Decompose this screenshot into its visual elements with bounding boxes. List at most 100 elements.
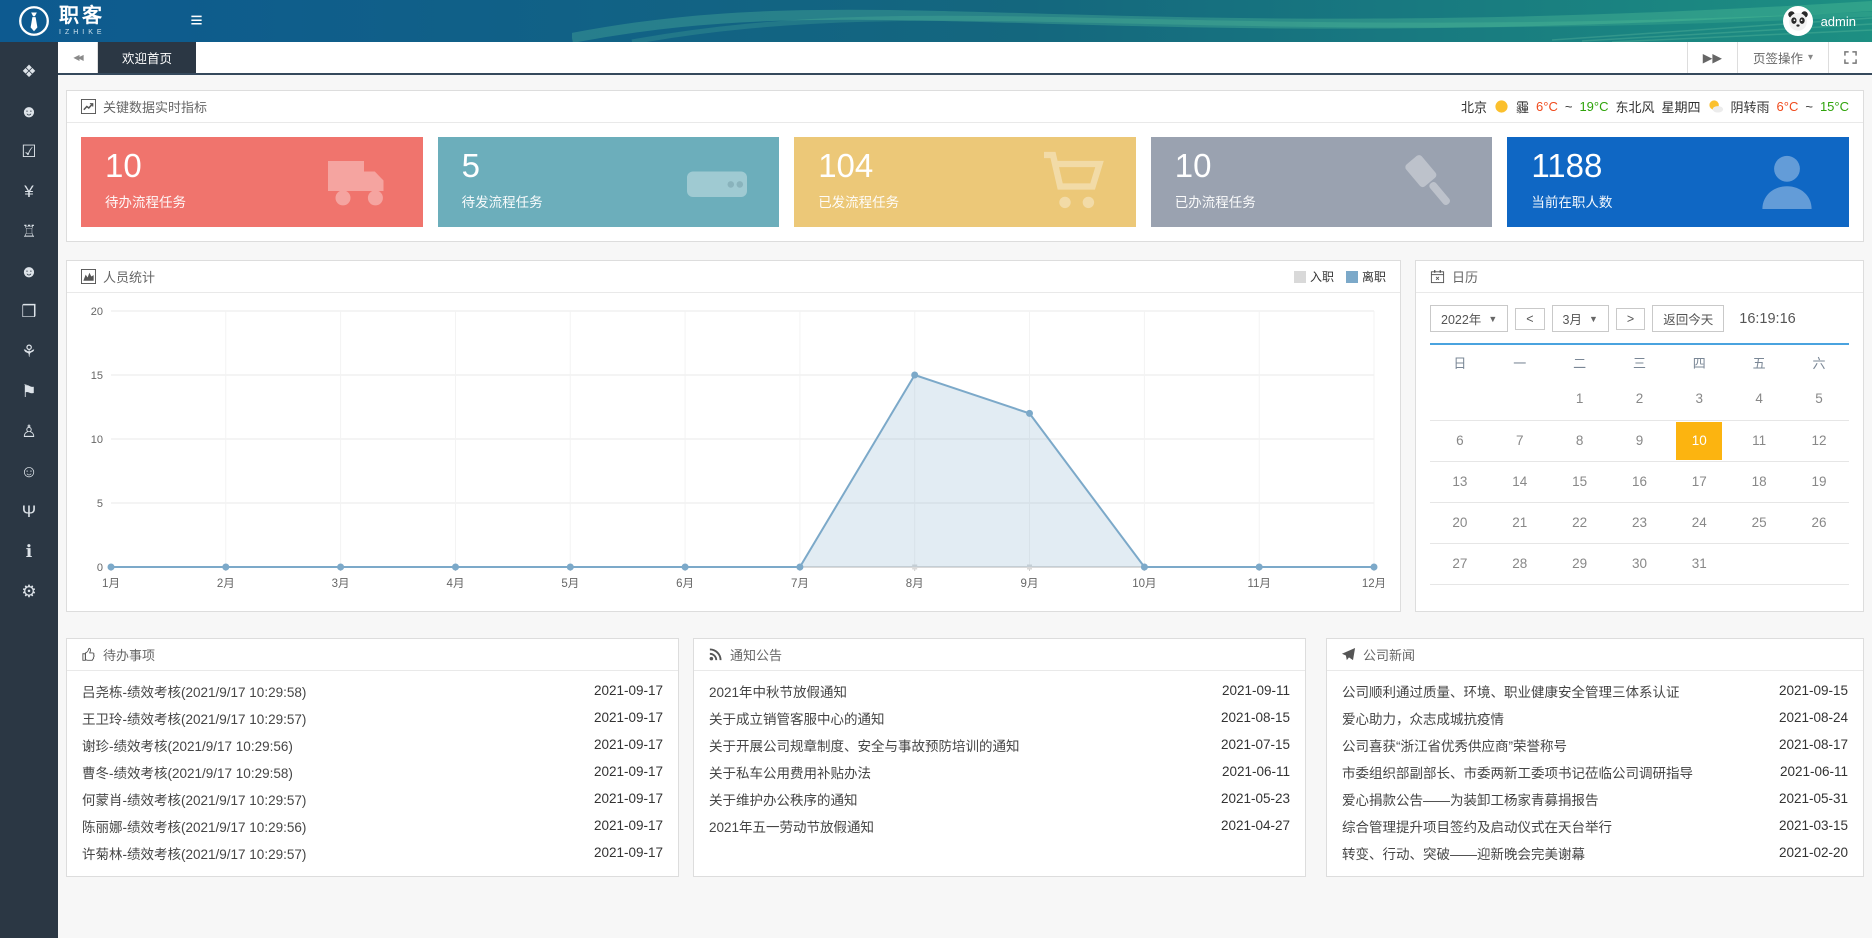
year-select[interactable]: 2022年 ▼	[1430, 305, 1508, 332]
weather-low-today: 6°C	[1536, 99, 1558, 114]
calendar-day-3[interactable]: 3	[1669, 379, 1729, 420]
notices-item[interactable]: 2021年五一劳动节放假通知2021-04-27	[694, 812, 1305, 839]
calendar-day-19[interactable]: 19	[1789, 461, 1849, 502]
kpi-card-3[interactable]: 104已发流程任务	[794, 137, 1136, 227]
calendar-day-27[interactable]: 27	[1430, 543, 1490, 584]
calendar-day-4[interactable]: 4	[1729, 379, 1789, 420]
tabbar-spacer	[196, 42, 1687, 73]
notices-item[interactable]: 关于私车公用费用补贴办法2021-06-11	[694, 758, 1305, 785]
prev-month-button[interactable]: <	[1515, 308, 1544, 330]
sidebar-item-settings[interactable]: ⚙	[0, 572, 58, 612]
tab-home[interactable]: 欢迎首页	[98, 42, 196, 73]
weather-high-today: 19°C	[1579, 99, 1608, 114]
sidebar-item-recruit[interactable]: ⚘	[0, 332, 58, 372]
sidebar-item-briefcase[interactable]: ❒	[0, 292, 58, 332]
calendar-day-14[interactable]: 14	[1490, 461, 1550, 502]
todo-item[interactable]: 谢珍-绩效考核(2021/9/17 10:29:56)2021-09-17	[67, 731, 678, 758]
sidebar-item-training[interactable]: ⚑	[0, 372, 58, 412]
calendar-day-5[interactable]: 5	[1789, 379, 1849, 420]
kpi-card-4[interactable]: 10已办流程任务	[1151, 137, 1493, 227]
svg-text:12月: 12月	[1362, 578, 1384, 590]
staff-chart: 051015201月2月3月4月5月6月7月8月9月10月11月12月	[79, 301, 1384, 593]
sidebar-item-bank[interactable]: ♖	[0, 212, 58, 252]
kpi-card-2[interactable]: 5待发流程任务	[438, 137, 780, 227]
todo-item[interactable]: 陈丽娜-绩效考核(2021/9/17 10:29:56)2021-09-17	[67, 812, 678, 839]
salary-yen-icon: ¥	[24, 182, 33, 202]
calendar-day-30[interactable]: 30	[1610, 543, 1670, 584]
todo-item[interactable]: 王卫玲-绩效考核(2021/9/17 10:29:57)2021-09-17	[67, 704, 678, 731]
sidebar-item-activity[interactable]: ♙	[0, 412, 58, 452]
next-month-button[interactable]: >	[1616, 308, 1645, 330]
notices-item[interactable]: 关于维护办公秩序的通知2021-05-23	[694, 785, 1305, 812]
legend-item-离职[interactable]: 离职	[1346, 268, 1386, 285]
legend-item-入职[interactable]: 入职	[1294, 268, 1334, 285]
calendar-day-25[interactable]: 25	[1729, 502, 1789, 543]
news-item[interactable]: 爱心助力，众志成城抗疫情2021-08-24	[1327, 704, 1863, 731]
news-item[interactable]: 综合管理提升项目签约及启动仪式在天台举行2021-03-15	[1327, 812, 1863, 839]
calendar-day-31[interactable]: 31	[1669, 543, 1729, 584]
calendar-day-23[interactable]: 23	[1610, 502, 1670, 543]
bank-icon: ♖	[21, 222, 36, 242]
user-icon	[1751, 146, 1823, 218]
back-to-today-button[interactable]: 返回今天	[1652, 305, 1724, 332]
sidebar-item-salary-yen[interactable]: ¥	[0, 172, 58, 212]
calendar-day-22[interactable]: 22	[1550, 502, 1610, 543]
notices-item[interactable]: 关于开展公司规章制度、安全与事故预防培训的通知2021-07-15	[694, 731, 1305, 758]
notices-item[interactable]: 关于成立销管客服中心的通知2021-08-15	[694, 704, 1305, 731]
tabs-scroll-right-icon[interactable]: ▶▶	[1687, 42, 1737, 73]
calendar-day-24[interactable]: 24	[1669, 502, 1729, 543]
tabs-scroll-left-icon[interactable]: ◀◀	[58, 42, 98, 73]
trophy-icon: Ψ	[22, 502, 36, 522]
calendar-day-8[interactable]: 8	[1550, 420, 1610, 461]
todo-item[interactable]: 曹冬-绩效考核(2021/9/17 10:29:58)2021-09-17	[67, 758, 678, 785]
team-icon: ☻	[20, 262, 38, 282]
calendar-day-29[interactable]: 29	[1550, 543, 1610, 584]
fullscreen-button[interactable]	[1828, 42, 1872, 73]
notices-item[interactable]: 2021年中秋节放假通知2021-09-11	[694, 677, 1305, 704]
calendar-day-17[interactable]: 17	[1669, 461, 1729, 502]
calendar-day-9[interactable]: 9	[1610, 420, 1670, 461]
calendar-day-2[interactable]: 2	[1610, 379, 1670, 420]
calendar-day-15[interactable]: 15	[1550, 461, 1610, 502]
calendar-day-13[interactable]: 13	[1430, 461, 1490, 502]
news-item[interactable]: 爱心捐款公告——为装卸工杨家青募捐报告2021-05-31	[1327, 785, 1863, 812]
calendar-week-row: 2728293031	[1430, 543, 1849, 584]
calendar-day-26[interactable]: 26	[1789, 502, 1849, 543]
item-title: 吕尧栋-绩效考核(2021/9/17 10:29:58)	[82, 681, 306, 701]
calendar-day-18[interactable]: 18	[1729, 461, 1789, 502]
todo-item[interactable]: 许菊林-绩效考核(2021/9/17 10:29:57)2021-09-17	[67, 839, 678, 866]
sidebar-item-user[interactable]: ☺	[0, 452, 58, 492]
username-label[interactable]: admin	[1821, 14, 1856, 29]
app-logo[interactable]: 职客 IZHIKE	[0, 5, 124, 37]
calendar-day-empty	[1789, 543, 1849, 584]
news-item[interactable]: 转变、行动、突破——迎新晚会完美谢幕2021-02-20	[1327, 839, 1863, 866]
sidebar-item-trophy[interactable]: Ψ	[0, 492, 58, 532]
news-item[interactable]: 市委组织部副部长、市委两新工委项书记莅临公司调研指导2021-06-11	[1327, 758, 1863, 785]
calendar-day-16[interactable]: 16	[1610, 461, 1670, 502]
calendar-day-20[interactable]: 20	[1430, 502, 1490, 543]
news-item[interactable]: 公司喜获“浙江省优秀供应商”荣誉称号2021-08-17	[1327, 731, 1863, 758]
kpi-card-1[interactable]: 10待办流程任务	[81, 137, 423, 227]
sidebar-item-org-users[interactable]: ☻	[0, 92, 58, 132]
todo-item[interactable]: 何蒙肖-绩效考核(2021/9/17 10:29:57)2021-09-17	[67, 785, 678, 812]
calendar-day-11[interactable]: 11	[1729, 420, 1789, 461]
user-avatar[interactable]	[1783, 6, 1813, 36]
sidebar-item-info[interactable]: ℹ	[0, 532, 58, 572]
news-item[interactable]: 公司顺利通过质量、环境、职业健康安全管理三体系认证2021-09-15	[1327, 677, 1863, 704]
weather-sep: ~	[1565, 99, 1573, 114]
todo-item[interactable]: 吕尧栋-绩效考核(2021/9/17 10:29:58)2021-09-17	[67, 677, 678, 704]
sidebar-toggle-hamburger-icon[interactable]: ≡	[176, 9, 218, 33]
calendar-day-1[interactable]: 1	[1550, 379, 1610, 420]
calendar-day-28[interactable]: 28	[1490, 543, 1550, 584]
sidebar-item-team[interactable]: ☻	[0, 252, 58, 292]
tab-operations-button[interactable]: 页签操作 ▾	[1737, 42, 1828, 73]
calendar-day-7[interactable]: 7	[1490, 420, 1550, 461]
calendar-day-10[interactable]: 10	[1669, 420, 1729, 461]
calendar-day-21[interactable]: 21	[1490, 502, 1550, 543]
kpi-card-5[interactable]: 1188当前在职人数	[1507, 137, 1849, 227]
sidebar-item-modules[interactable]: ❖	[0, 52, 58, 92]
month-select[interactable]: 3月 ▼	[1552, 305, 1609, 332]
calendar-day-6[interactable]: 6	[1430, 420, 1490, 461]
sidebar-item-task-check[interactable]: ☑	[0, 132, 58, 172]
calendar-day-12[interactable]: 12	[1789, 420, 1849, 461]
